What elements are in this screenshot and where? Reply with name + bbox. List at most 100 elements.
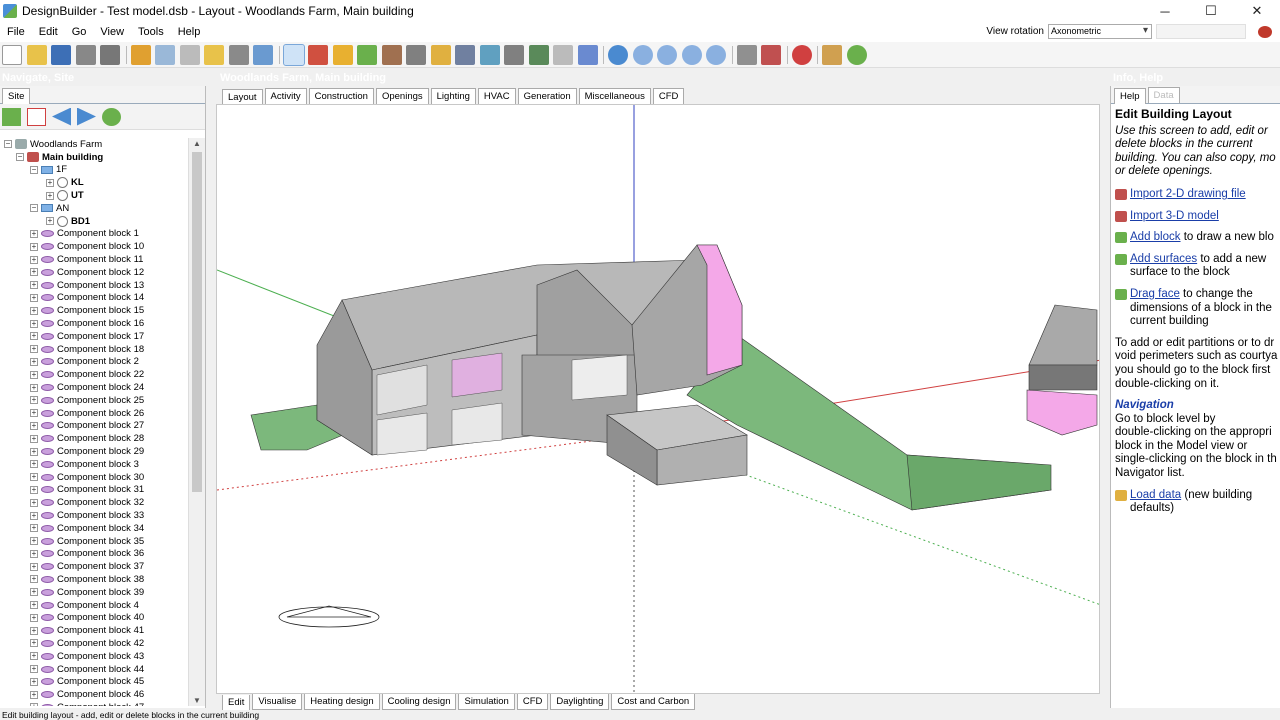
tree-component-block[interactable]: + Component block 35 <box>0 535 188 548</box>
add-block-link[interactable]: Add block <box>1130 231 1181 243</box>
tab-activity[interactable]: Activity <box>264 88 307 104</box>
zoom-extents-icon[interactable] <box>706 44 726 65</box>
view-rotation-select[interactable]: Axonometric <box>1048 24 1152 39</box>
expand-toggle-icon[interactable]: − <box>16 153 24 162</box>
screen-tab-edit[interactable]: Edit <box>222 695 251 711</box>
partition-icon[interactable] <box>406 44 426 65</box>
tree-component-block[interactable]: + Component block 36 <box>0 548 188 561</box>
expand-toggle-icon[interactable]: + <box>30 460 38 469</box>
tab-generation[interactable]: Generation <box>517 88 577 104</box>
expand-toggle-icon[interactable]: + <box>30 268 38 277</box>
expand-toggle-icon[interactable]: + <box>30 626 38 635</box>
tree-component-block[interactable]: + Component block 11 <box>0 253 188 266</box>
zoom-window-icon[interactable] <box>681 44 702 65</box>
tree-component-block[interactable]: + Component block 30 <box>0 471 188 484</box>
add-surface-icon[interactable] <box>332 44 353 65</box>
expand-toggle-icon[interactable]: − <box>30 204 38 213</box>
component-icon[interactable] <box>381 44 402 65</box>
tree-component-block[interactable]: + Component block 40 <box>0 611 188 624</box>
drag-face-link[interactable]: Drag face <box>1130 288 1180 300</box>
screen-tab-simulation[interactable]: Simulation <box>458 694 515 710</box>
tree-component-block[interactable]: + Component block 14 <box>0 292 188 305</box>
copy-icon[interactable] <box>204 44 224 65</box>
tab-lighting[interactable]: Lighting <box>430 88 476 104</box>
scroll-thumb[interactable] <box>192 152 202 492</box>
expand-toggle-icon[interactable]: + <box>30 242 38 251</box>
view-options-icon[interactable] <box>736 44 757 65</box>
table-icon[interactable] <box>761 44 781 65</box>
tab-data[interactable]: Data <box>1147 87 1180 103</box>
scroll-down-icon[interactable]: ▼ <box>193 696 201 705</box>
new-file-icon[interactable] <box>2 44 22 65</box>
right-splitter[interactable] <box>1102 86 1110 708</box>
zoom-out-icon[interactable] <box>657 44 677 65</box>
tree-site[interactable]: − Woodlands Farm <box>0 138 188 151</box>
expand-toggle-icon[interactable]: + <box>30 473 38 482</box>
tree-component-block[interactable]: + Component block 33 <box>0 509 188 522</box>
menu-tools[interactable]: Tools <box>131 26 171 38</box>
tree-component-block[interactable]: + Component block 12 <box>0 266 188 279</box>
back-arrow-icon[interactable] <box>52 107 71 126</box>
expand-toggle-icon[interactable]: + <box>30 549 38 558</box>
network-icon[interactable] <box>1258 25 1272 38</box>
delete-icon[interactable] <box>27 107 46 126</box>
drag-face-icon[interactable] <box>430 44 451 65</box>
tree-component-block[interactable]: + Component block 1 <box>0 228 188 241</box>
model-options-icon[interactable] <box>822 44 842 65</box>
tree-component-block[interactable]: + Component block 47 <box>0 701 188 706</box>
cut-icon[interactable] <box>455 44 475 65</box>
tree-component-block[interactable]: + Component block 16 <box>0 317 188 330</box>
left-splitter[interactable] <box>206 86 216 708</box>
tree-component-block[interactable]: + Component block 31 <box>0 484 188 497</box>
load-data-link[interactable]: Load data <box>1130 489 1181 501</box>
tree-component-block[interactable]: + Component block 17 <box>0 330 188 343</box>
rotate-icon[interactable] <box>528 44 549 65</box>
tree-component-block[interactable]: + Component block 44 <box>0 663 188 676</box>
expand-toggle-icon[interactable]: + <box>30 613 38 622</box>
tree-component-block[interactable]: + Component block 43 <box>0 650 188 663</box>
tree-component-block[interactable]: + Component block 38 <box>0 573 188 586</box>
tree-component-block[interactable]: + Component block 45 <box>0 675 188 688</box>
expand-toggle-icon[interactable]: + <box>30 562 38 571</box>
expand-toggle-icon[interactable]: + <box>30 255 38 264</box>
tree-block[interactable]: + BD1 <box>0 215 188 228</box>
expand-toggle-icon[interactable]: + <box>30 588 38 597</box>
target-icon[interactable] <box>791 44 812 65</box>
add-surfaces-link[interactable]: Add surfaces <box>1130 253 1197 265</box>
expand-toggle-icon[interactable]: + <box>30 537 38 546</box>
expand-toggle-icon[interactable]: + <box>30 434 38 443</box>
expand-toggle-icon[interactable]: + <box>30 601 38 610</box>
tree-building[interactable]: − Main building <box>0 151 188 164</box>
close-button[interactable]: ✕ <box>1234 0 1280 22</box>
tree-level[interactable]: − 1F <box>0 164 188 177</box>
tab-site[interactable]: Site <box>2 88 31 104</box>
menu-help[interactable]: Help <box>171 26 208 38</box>
expand-toggle-icon[interactable]: + <box>30 447 38 456</box>
zoom-in-icon[interactable] <box>632 44 653 65</box>
tab-hvac[interactable]: HVAC <box>477 88 516 104</box>
tree-component-block[interactable]: + Component block 18 <box>0 343 188 356</box>
tree-component-block[interactable]: + Component block 39 <box>0 586 188 599</box>
add-block-icon[interactable] <box>308 44 328 65</box>
tree-component-block[interactable]: + Component block 13 <box>0 279 188 292</box>
expand-toggle-icon[interactable]: + <box>30 345 38 354</box>
expand-toggle-icon[interactable]: + <box>30 319 38 328</box>
tree-component-block[interactable]: + Component block 29 <box>0 445 188 458</box>
grid-icon[interactable] <box>155 44 175 65</box>
tree-component-block[interactable]: + Component block 32 <box>0 496 188 509</box>
tab-miscellaneous[interactable]: Miscellaneous <box>578 88 651 104</box>
expand-toggle-icon[interactable]: + <box>30 396 38 405</box>
expand-toggle-icon[interactable]: − <box>30 165 38 174</box>
expand-toggle-icon[interactable]: + <box>30 498 38 507</box>
screen-tab-cfd[interactable]: CFD <box>516 694 549 710</box>
tab-cfd[interactable]: CFD <box>652 88 685 104</box>
tree-component-block[interactable]: + Component block 22 <box>0 368 188 381</box>
tools-icon[interactable] <box>130 44 151 65</box>
3d-viewport[interactable] <box>216 104 1100 694</box>
tree-block[interactable]: + UT <box>0 189 188 202</box>
refresh-tree-icon[interactable] <box>102 107 121 126</box>
tree-component-block[interactable]: + Component block 34 <box>0 522 188 535</box>
tree-block[interactable]: + KL <box>0 176 188 189</box>
move-icon[interactable] <box>504 44 524 65</box>
expand-toggle-icon[interactable]: + <box>30 639 38 648</box>
